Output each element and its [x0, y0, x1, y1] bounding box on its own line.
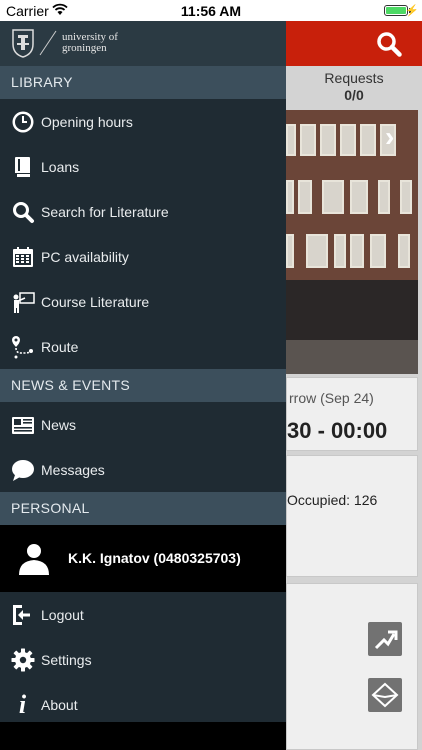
crest-icon — [12, 29, 34, 58]
action-card — [286, 583, 418, 750]
menu-item-course-literature[interactable]: Course Literature — [0, 279, 286, 324]
section-library: LIBRARY — [0, 66, 286, 99]
book-icon — [10, 154, 35, 179]
clock-icon — [10, 109, 35, 134]
menu-item-label: Messages — [41, 461, 105, 478]
search-icon[interactable] — [376, 31, 402, 57]
menu-item-about[interactable]: i About — [0, 682, 286, 727]
opening-hours-value: 30 - 00:00 — [287, 418, 388, 443]
requests-counter[interactable]: Requests 0/0 — [286, 67, 422, 107]
menu-item-label: Course Literature — [41, 293, 150, 310]
carousel-next-icon[interactable]: › — [385, 121, 394, 153]
menu-item-search-literature[interactable]: Search for Literature — [0, 189, 286, 234]
user-profile[interactable]: K.K. Ignatov (0480325703) — [0, 525, 286, 592]
menu-item-route[interactable]: Route — [0, 324, 286, 369]
menu-item-label: News — [41, 416, 77, 433]
newspaper-icon — [10, 412, 35, 437]
menu-item-pc-availability[interactable]: PC availability — [0, 234, 286, 279]
requests-label: Requests — [324, 70, 384, 86]
menu-item-logout[interactable]: Logout — [0, 592, 286, 637]
route-arrow-icon[interactable] — [368, 622, 402, 656]
menu-item-label: Settings — [41, 651, 92, 668]
info-icon: i — [18, 689, 27, 719]
library-photo[interactable] — [286, 110, 418, 374]
section-news-events: NEWS & EVENTS — [0, 369, 286, 402]
menu-item-opening-hours[interactable]: Opening hours — [0, 99, 286, 144]
menu-item-label: Search for Literature — [41, 203, 169, 220]
route-icon — [10, 334, 35, 359]
menu-item-loans[interactable]: Loans — [0, 144, 286, 189]
pc-occupancy-card[interactable]: Occupied: 126 — [286, 455, 418, 577]
status-time: 11:56 AM — [180, 3, 242, 19]
menu-item-news[interactable]: News — [0, 402, 286, 447]
calendar-icon — [10, 244, 35, 269]
navigation-drawer: university of groningen LIBRARY Opening … — [0, 21, 286, 750]
search-icon — [10, 199, 35, 224]
chat-bubble-icon — [10, 457, 35, 482]
section-personal: PERSONAL — [0, 492, 286, 525]
opening-hours-card[interactable]: rrow (Sep 24) 30 - 00:00 — [286, 377, 418, 451]
menu-item-label: PC availability — [41, 248, 129, 265]
brand-line2: groningen — [62, 42, 107, 54]
menu-item-messages[interactable]: Messages — [0, 447, 286, 492]
occupied-count: Occupied: 126 — [287, 492, 378, 508]
menu-item-label: About — [41, 696, 78, 713]
menu-item-settings[interactable]: Settings — [0, 637, 286, 682]
status-bar: Carrier 11:56 AM ⚡ — [0, 0, 422, 21]
user-avatar-icon — [19, 544, 49, 575]
university-logo: university of groningen — [0, 21, 286, 66]
tomorrow-date: rrow (Sep 24) — [289, 390, 374, 406]
requests-value: 0/0 — [344, 87, 364, 103]
user-name: K.K. Ignatov (0480325703) — [68, 550, 241, 566]
menu-item-label: Logout — [41, 606, 84, 623]
charging-icon: ⚡ — [405, 5, 419, 17]
gear-icon — [10, 647, 35, 672]
logo-divider-icon — [39, 30, 57, 56]
drawer-footer — [0, 722, 286, 750]
logout-icon — [10, 602, 35, 627]
mail-icon[interactable] — [368, 678, 402, 712]
menu-item-label: Route — [41, 338, 79, 355]
menu-item-label: Opening hours — [41, 113, 133, 130]
presenter-icon — [10, 289, 35, 314]
menu-item-label: Loans — [41, 158, 80, 175]
